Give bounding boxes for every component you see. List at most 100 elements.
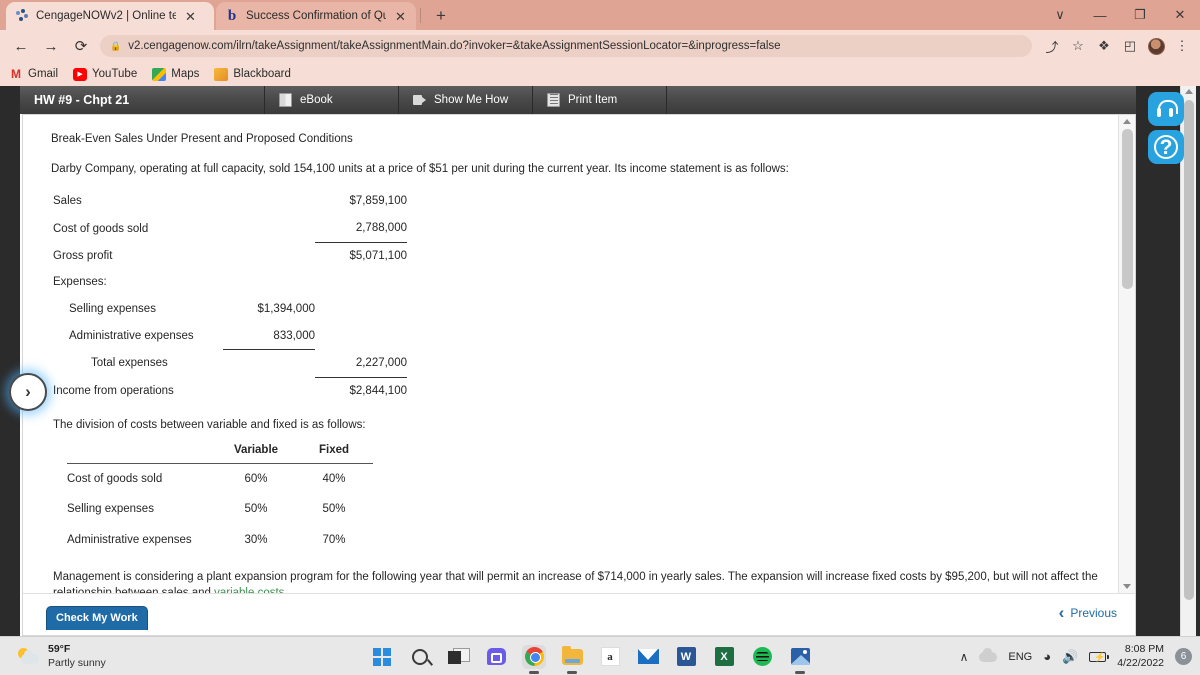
row-label: Sales <box>53 195 82 208</box>
weather-temperature: 59°F <box>48 643 71 655</box>
ebook-button[interactable]: eBook <box>265 86 399 114</box>
tray-overflow-icon[interactable]: ∧ <box>960 650 969 664</box>
cost-name: Cost of goods sold <box>67 472 163 485</box>
show-me-how-button[interactable]: Show Me How <box>399 86 533 114</box>
close-icon[interactable]: ✕ <box>1160 0 1200 30</box>
amazon-icon[interactable]: a <box>598 645 622 669</box>
address-bar-url: v2.cengagenow.com/ilrn/takeAssignment/ta… <box>128 40 781 52</box>
mail-icon[interactable] <box>636 645 660 669</box>
ebook-label: eBook <box>300 94 333 106</box>
previous-label: Previous <box>1070 606 1117 620</box>
windows-taskbar: 59°F Partly sunny a W X ∧ ENG ◕ 🔊 ⚡ 8:08… <box>0 636 1200 675</box>
col-header-variable: Variable <box>217 439 295 464</box>
restore-icon[interactable]: ❐ <box>1120 0 1160 30</box>
col-header-fixed: Fixed <box>295 439 373 464</box>
bookmark-star-icon[interactable]: ☆ <box>1066 34 1090 58</box>
assignment-toolbar: HW #9 - Chpt 21 eBook Show Me How Print … <box>20 86 1136 114</box>
notification-badge[interactable]: 6 <box>1175 648 1192 665</box>
browser-tab-cengagenowv2[interactable]: CengageNOWv2 | Online teachin ✕ <box>6 2 214 30</box>
scrollbar-thumb[interactable] <box>1184 100 1194 600</box>
spotify-icon[interactable] <box>750 645 774 669</box>
table-row: Expenses: <box>53 269 407 296</box>
back-icon[interactable]: ← <box>6 31 36 61</box>
row-col1 <box>223 188 315 215</box>
language-indicator[interactable]: ENG <box>1008 651 1032 663</box>
navbar-actions: ⤴ ☆ ❖ ◰ ⋮ <box>1040 34 1200 58</box>
next-question-circle-button[interactable]: › <box>9 373 47 411</box>
extensions-puzzle-icon[interactable]: ❖ <box>1092 34 1116 58</box>
onedrive-icon[interactable] <box>979 647 998 662</box>
browser-tab-success-confirmation[interactable]: b Success Confirmation of Questio ✕ <box>216 2 416 30</box>
clock-time: 8:08 PM <box>1124 643 1164 656</box>
minimize-icon[interactable]: — <box>1080 0 1120 30</box>
photos-icon[interactable] <box>788 645 812 674</box>
word-icon[interactable]: W <box>674 645 698 669</box>
close-icon[interactable]: ✕ <box>393 10 408 23</box>
bookmark-gmail[interactable]: M Gmail <box>9 67 59 81</box>
question-content-frame: Break-Even Sales Under Present and Propo… <box>22 114 1136 636</box>
new-tab-button[interactable]: + <box>430 5 452 27</box>
file-explorer-icon[interactable] <box>560 645 584 674</box>
address-bar[interactable]: 🔒 v2.cengagenow.com/ilrn/takeAssignment/… <box>100 35 1032 57</box>
blackboard-icon <box>214 67 229 81</box>
check-my-work-button[interactable]: Check My Work <box>46 606 148 630</box>
excel-icon[interactable]: X <box>712 645 736 669</box>
question-intro: Darby Company, operating at full capacit… <box>51 162 789 175</box>
page-scrollbar[interactable] <box>1180 86 1196 636</box>
bookmark-youtube[interactable]: ▶ YouTube <box>73 67 138 81</box>
help-question-icon[interactable]: ? <box>1148 130 1184 164</box>
table-row: Administrative expenses 833,000 <box>53 322 407 351</box>
bookmark-label: YouTube <box>92 68 138 80</box>
book-icon <box>279 93 292 107</box>
row-col2: $7,859,100 <box>349 195 407 208</box>
question-body: Break-Even Sales Under Present and Propo… <box>23 115 1119 630</box>
previous-button[interactable]: ‹ Previous <box>1059 604 1117 621</box>
reload-icon[interactable]: ⟳ <box>66 31 96 61</box>
task-view-icon[interactable] <box>446 645 470 669</box>
search-icon[interactable] <box>408 645 432 669</box>
table-row: Selling expenses 50% 50% <box>67 494 373 525</box>
scroll-up-icon[interactable] <box>1123 119 1131 124</box>
scrollbar-thumb[interactable] <box>1122 129 1133 289</box>
row-label: Total expenses <box>91 357 168 370</box>
clock[interactable]: 8:08 PM 4/22/2022 <box>1117 643 1164 669</box>
share-icon[interactable]: ⤴ <box>1040 34 1064 58</box>
weather-condition: Partly sunny <box>48 656 106 669</box>
variable-pct: 60% <box>244 472 268 485</box>
bookmark-blackboard[interactable]: Blackboard <box>214 67 291 81</box>
taskbar-app-icons: a W X <box>370 637 812 675</box>
wifi-icon[interactable]: ◕ <box>1043 649 1051 664</box>
chrome-menu-icon[interactable]: ⋮ <box>1170 34 1194 58</box>
content-scrollbar[interactable] <box>1118 115 1135 593</box>
question-footer: Check My Work ‹ Previous <box>23 593 1135 635</box>
youtube-icon: ▶ <box>73 67 88 81</box>
row-col1: $1,394,000 <box>257 303 315 316</box>
row-label: Income from operations <box>53 384 174 397</box>
sidepanel-icon[interactable]: ◰ <box>1118 34 1142 58</box>
forward-icon[interactable]: → <box>36 31 66 61</box>
start-button-icon[interactable] <box>370 645 394 669</box>
row-col2: 2,788,000 <box>315 215 407 243</box>
battery-charging-icon[interactable]: ⚡ <box>1089 651 1110 662</box>
browser-tab-strip: CengageNOWv2 | Online teachin ✕ b Succes… <box>0 0 1200 30</box>
profile-avatar[interactable] <box>1144 34 1168 58</box>
row-col2: 2,227,000 <box>315 349 407 378</box>
lock-icon: 🔒 <box>110 40 122 51</box>
bookmark-label: Gmail <box>28 68 59 80</box>
weather-widget[interactable]: 59°F Partly sunny <box>18 643 106 670</box>
table-row: Sales $7,859,100 <box>53 188 407 215</box>
volume-icon[interactable]: 🔊 <box>1062 649 1078 665</box>
bookmark-maps[interactable]: Maps <box>152 67 199 81</box>
chat-icon[interactable] <box>484 645 508 669</box>
row-col1 <box>223 215 315 242</box>
support-headset-icon[interactable] <box>1148 92 1184 126</box>
variable-pct: 50% <box>244 503 268 516</box>
tab-divider <box>420 8 421 23</box>
scroll-up-icon[interactable] <box>1185 89 1193 94</box>
table-row: Income from operations $2,844,100 <box>53 377 407 404</box>
chevron-down-icon[interactable]: ∨ <box>1040 0 1080 30</box>
print-item-button[interactable]: Print Item <box>533 86 667 114</box>
close-icon[interactable]: ✕ <box>183 10 198 23</box>
scroll-down-icon[interactable] <box>1123 584 1131 589</box>
chrome-icon[interactable] <box>522 644 546 674</box>
